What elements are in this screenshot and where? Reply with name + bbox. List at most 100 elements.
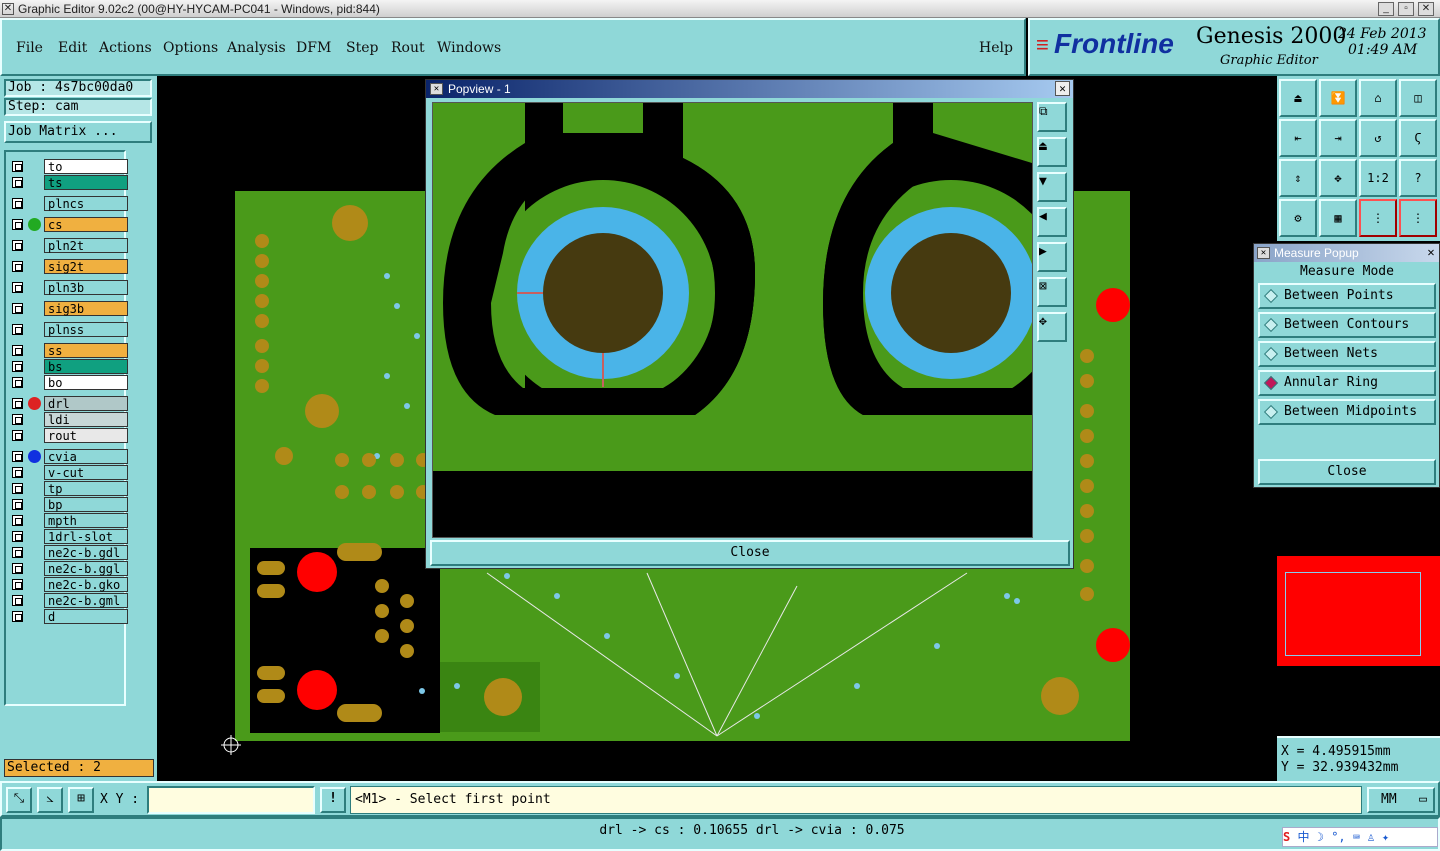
popview-canvas[interactable] — [432, 102, 1064, 538]
layer-checkbox[interactable] — [12, 515, 23, 526]
layer-checkbox[interactable] — [12, 414, 23, 425]
layer-checkbox[interactable] — [12, 398, 23, 409]
menu-windows[interactable]: Windows — [437, 40, 501, 56]
minimap[interactable] — [1277, 556, 1440, 666]
units-select[interactable]: MM ▭ — [1367, 787, 1435, 813]
layer-row[interactable]: 1drl-slot — [6, 529, 128, 544]
layer-row[interactable]: to — [6, 159, 128, 174]
layer-name[interactable]: ldi — [44, 412, 128, 427]
layer-checkbox[interactable] — [12, 547, 23, 558]
center-button[interactable]: ✥ — [1319, 159, 1357, 197]
layer-checkbox[interactable] — [12, 451, 23, 462]
layer-name[interactable]: tp — [44, 481, 128, 496]
page-down-button[interactable]: ⏬ — [1319, 79, 1357, 117]
layer-name[interactable]: bp — [44, 497, 128, 512]
layer-row[interactable]: sig2t — [6, 259, 128, 274]
layer-name[interactable]: bo — [44, 375, 128, 390]
layer-checkbox[interactable] — [12, 483, 23, 494]
layer-row[interactable]: ldi — [6, 412, 128, 427]
layer-checkbox[interactable] — [12, 579, 23, 590]
popview-close-icon[interactable]: ✕ — [1055, 81, 1070, 96]
layer-row[interactable]: ne2c-b.ggl — [6, 561, 128, 576]
layer-checkbox[interactable] — [12, 595, 23, 606]
zoom-home-button[interactable]: ⧉ — [1037, 102, 1067, 132]
menu-options[interactable]: Options — [163, 40, 218, 56]
layer-name[interactable]: ss — [44, 343, 128, 358]
layer-name[interactable]: mpth — [44, 513, 128, 528]
measure-option[interactable]: Annular Ring — [1258, 370, 1436, 396]
layer-name[interactable]: plncs — [44, 196, 128, 211]
select-mode-button[interactable]: ⤡ — [6, 787, 32, 813]
layers-red-button[interactable]: ⋮ — [1359, 199, 1397, 237]
layer-row[interactable]: ne2c-b.gdl — [6, 545, 128, 560]
layer-checkbox[interactable] — [12, 161, 23, 172]
step-left-button[interactable]: ⇤ — [1279, 119, 1317, 157]
measure-option[interactable]: Between Points — [1258, 283, 1436, 309]
layer-name[interactable]: ts — [44, 175, 128, 190]
page-up-button[interactable]: ⏏ — [1279, 79, 1317, 117]
layer-name[interactable]: pln3b — [44, 280, 128, 295]
grid-mode-button[interactable]: ⊞ — [68, 787, 94, 813]
layer-name[interactable]: rout — [44, 428, 128, 443]
layer-row[interactable]: rout — [6, 428, 128, 443]
layer-checkbox[interactable] — [12, 219, 23, 230]
layer-name[interactable]: sig2t — [44, 259, 128, 274]
popview-close-button[interactable]: Close — [430, 540, 1070, 566]
layer-row[interactable]: d — [6, 609, 128, 624]
tool-options-button[interactable]: ⚙ — [1279, 199, 1317, 237]
layer-checkbox[interactable] — [12, 324, 23, 335]
layer-name[interactable]: pln2t — [44, 238, 128, 253]
menu-help[interactable]: Help — [979, 40, 1013, 56]
measure-option[interactable]: Between Nets — [1258, 341, 1436, 367]
layer-row[interactable]: ne2c-b.gml — [6, 593, 128, 608]
layer-name[interactable]: drl — [44, 396, 128, 411]
minimize-button[interactable]: _ — [1378, 2, 1394, 16]
layer-checkbox[interactable] — [12, 261, 23, 272]
step-right-button[interactable]: ⇥ — [1319, 119, 1357, 157]
layer-row[interactable]: plnss — [6, 322, 128, 337]
grid-toggle-button[interactable]: ▦ — [1319, 199, 1357, 237]
measure-option[interactable]: Between Contours — [1258, 312, 1436, 338]
layer-row[interactable]: bp — [6, 497, 128, 512]
layer-name[interactable]: plnss — [44, 322, 128, 337]
layer-row[interactable]: ne2c-b.gko — [6, 577, 128, 592]
layer-checkbox[interactable] — [12, 563, 23, 574]
layer-checkbox[interactable] — [12, 377, 23, 388]
home-button[interactable]: ⌂ — [1359, 79, 1397, 117]
layer-name[interactable]: to — [44, 159, 128, 174]
layer-name[interactable]: ne2c-b.ggl — [44, 561, 128, 576]
layer-checkbox[interactable] — [12, 611, 23, 622]
menu-rout[interactable]: Rout — [391, 40, 425, 56]
layer-name[interactable]: sig3b — [44, 301, 128, 316]
layer-row[interactable]: cvia — [6, 449, 128, 464]
layer-name[interactable]: cs — [44, 217, 128, 232]
layer-name[interactable]: 1drl-slot — [44, 529, 128, 544]
layer-checkbox[interactable] — [12, 177, 23, 188]
measure-close-icon[interactable]: ✕ — [1424, 246, 1438, 260]
layer-row[interactable]: plncs — [6, 196, 128, 211]
layer-name[interactable]: bs — [44, 359, 128, 374]
menu-step[interactable]: Step — [346, 40, 378, 56]
measure-close-button[interactable]: Close — [1258, 459, 1436, 485]
layer-name[interactable]: v-cut — [44, 465, 128, 480]
pan-left-button[interactable]: ◀ — [1037, 207, 1067, 237]
layer-checkbox[interactable] — [12, 467, 23, 478]
layer-checkbox[interactable] — [12, 282, 23, 293]
mirror-button[interactable]: Ϛ — [1399, 119, 1437, 157]
menu-file[interactable]: File — [16, 40, 43, 56]
layer-row[interactable]: bs — [6, 359, 128, 374]
layer-row[interactable]: mpth — [6, 513, 128, 528]
layer-checkbox[interactable] — [12, 303, 23, 314]
layer-row[interactable]: bo — [6, 375, 128, 390]
view-split-button[interactable]: ◫ — [1399, 79, 1437, 117]
snap-mode-button[interactable]: ⦣ — [37, 787, 63, 813]
pan-up-button[interactable]: ⏏ — [1037, 137, 1067, 167]
menu-actions[interactable]: Actions — [99, 40, 152, 56]
zoom-fit-button[interactable]: ⊠ — [1037, 277, 1067, 307]
layer-name[interactable]: d — [44, 609, 128, 624]
ime-toolbar[interactable]: S 中 ☽ °, ⌨ ♙ ✦ — [1282, 827, 1438, 847]
menu-analysis[interactable]: Analysis — [227, 40, 286, 56]
layer-row[interactable]: ts — [6, 175, 128, 190]
layer-name[interactable]: cvia — [44, 449, 128, 464]
layer-checkbox[interactable] — [12, 361, 23, 372]
